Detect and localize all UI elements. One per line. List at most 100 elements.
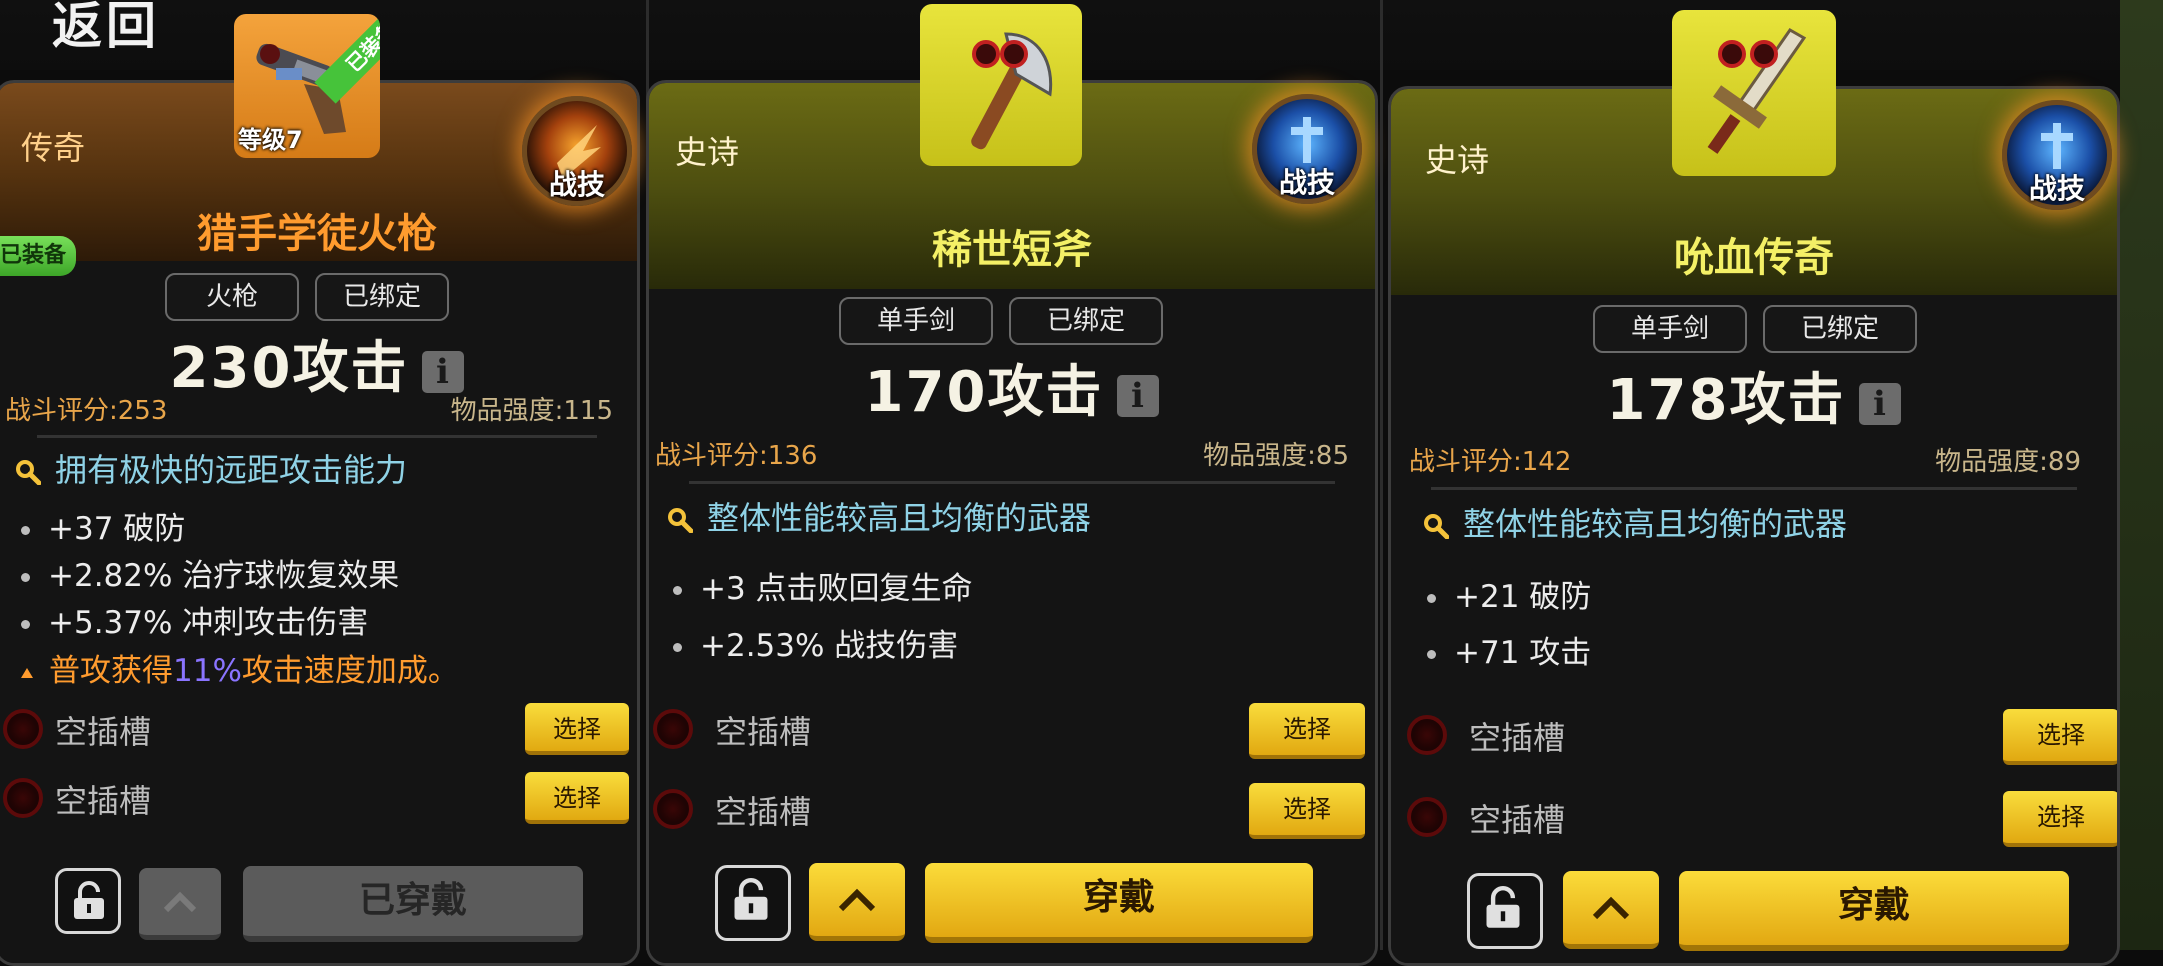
socket-label: 空插槽: [1469, 801, 1566, 839]
item-name: 稀世短斧: [932, 227, 1092, 273]
socket-label: 空插槽: [1469, 719, 1566, 757]
socket-row: 空插槽 选择: [1391, 787, 2117, 847]
upgrade-button[interactable]: [139, 868, 221, 940]
socket-row: 空插槽 选择: [0, 768, 637, 828]
bullet-icon: [1427, 650, 1436, 659]
bullet-icon: [673, 586, 682, 595]
select-button[interactable]: 选择: [2003, 709, 2117, 765]
wear-button[interactable]: 穿戴: [1679, 871, 2069, 951]
upgrade-button[interactable]: [1563, 871, 1659, 949]
socket-label: 空插槽: [715, 793, 812, 831]
divider: [689, 481, 1335, 484]
bullet-icon: [21, 573, 30, 582]
attack-value: 178攻击 i: [1391, 355, 2117, 436]
lock-button[interactable]: [715, 865, 791, 941]
item-description: 整体性能较高且均衡的武器: [667, 493, 1091, 539]
bound-tag: 已绑定: [1009, 297, 1163, 345]
stat-line: +21 破防: [1427, 571, 1591, 616]
attack-value: 170攻击 i: [649, 347, 1375, 428]
upgrade-button[interactable]: [809, 863, 905, 941]
socket-icon[interactable]: [3, 709, 43, 749]
type-tag: 单手剑: [839, 297, 993, 345]
type-tag: 火枪: [165, 273, 299, 321]
lock-button[interactable]: [55, 868, 121, 934]
bound-tag: 已绑定: [1763, 305, 1917, 353]
socket-row: 空插槽 选择: [649, 779, 1375, 839]
bullet-icon: [1427, 594, 1436, 603]
level-badge: 等级7: [238, 126, 303, 154]
item-card-3[interactable]: 史诗 吮血传奇 单手剑 已绑定 178攻击 i 战斗评分:142 物品强度:89 …: [1388, 86, 2120, 966]
item-strength: 物品强度:85: [1203, 441, 1349, 471]
stat-line: +71 攻击: [1427, 627, 1591, 672]
socket-label: 空插槽: [55, 713, 152, 751]
bullet-icon: [673, 643, 682, 652]
axe-icon[interactable]: [920, 4, 1082, 166]
item-card-1[interactable]: 传奇 猎手学徒火枪 火枪 已绑定 230攻击 i 战斗评分:253 物品强度:11…: [0, 80, 640, 966]
item-strength: 物品强度:89: [1935, 447, 2081, 477]
socket-icon[interactable]: [3, 778, 43, 818]
skill-label: 战技: [2028, 172, 2085, 205]
type-tag: 单手剑: [1593, 305, 1747, 353]
select-button[interactable]: 选择: [2003, 791, 2117, 847]
socket-icon[interactable]: [653, 709, 693, 749]
socket-icon[interactable]: [1407, 715, 1447, 755]
wear-button[interactable]: 已穿戴: [243, 866, 583, 942]
socket-label: 空插槽: [55, 782, 152, 820]
fire-skill-icon[interactable]: 战技: [522, 96, 632, 206]
item-name: 猎手学徒火枪: [197, 211, 437, 257]
chevron-up-icon: [1592, 896, 1630, 919]
attack-text: 230攻击: [169, 336, 409, 401]
item-card-2[interactable]: 史诗 稀世短斧 单手剑 已绑定 170攻击 i 战斗评分:136 物品强度:85 …: [646, 80, 1378, 966]
rarity-label: 传奇: [21, 129, 86, 167]
stat-line: +37 破防: [21, 503, 185, 548]
background-edge: [2120, 0, 2163, 950]
skill-label: 战技: [548, 168, 605, 201]
bullet-icon: [21, 526, 30, 535]
bullet-icon: [21, 620, 30, 629]
socket-row: 空插槽 选择: [649, 699, 1375, 759]
info-icon[interactable]: i: [1117, 374, 1160, 417]
attack-text: 178攻击: [1606, 368, 1846, 433]
ice-skill-icon[interactable]: 战技: [1252, 94, 1362, 204]
socket-row: 空插槽 选择: [1391, 705, 2117, 765]
unlock-icon: [1486, 886, 1520, 928]
magnifier-icon: [667, 507, 693, 533]
triangle-icon: [21, 667, 33, 678]
select-button[interactable]: 选择: [1249, 703, 1365, 759]
special-effect: 普攻获得11%攻击速度加成。: [21, 645, 459, 690]
info-icon[interactable]: i: [422, 350, 465, 393]
combat-score: 战斗评分:253: [5, 396, 168, 426]
attack-text: 170攻击: [864, 360, 1104, 425]
select-button[interactable]: 选择: [525, 703, 629, 755]
item-name: 吮血传奇: [1674, 235, 1834, 281]
select-button[interactable]: 选择: [525, 772, 629, 824]
stat-line: +5.37% 冲刺攻击伤害: [21, 597, 368, 642]
select-button[interactable]: 选择: [1249, 783, 1365, 839]
combat-score: 战斗评分:142: [1409, 447, 1572, 477]
rarity-label: 史诗: [675, 133, 740, 171]
ice-skill-icon[interactable]: 战技: [2002, 100, 2112, 210]
unlock-icon: [74, 881, 104, 919]
bound-tag: 已绑定: [315, 273, 449, 321]
wear-button[interactable]: 穿戴: [925, 863, 1313, 943]
socket-label: 空插槽: [715, 713, 812, 751]
sword-icon[interactable]: [1672, 10, 1836, 176]
divider: [37, 435, 597, 438]
info-icon[interactable]: i: [1859, 382, 1902, 425]
magnifier-icon: [1423, 513, 1449, 539]
stat-line: +3 点击败回复生命: [673, 563, 973, 608]
chevron-up-icon: [163, 891, 197, 912]
unlock-icon: [734, 878, 768, 920]
socket-row: 空插槽 选择: [0, 699, 637, 759]
rarity-label: 史诗: [1425, 141, 1490, 179]
back-button[interactable]: 返回: [52, 0, 160, 58]
chevron-up-icon: [838, 888, 876, 911]
divider: [1431, 487, 2077, 490]
skill-label: 战技: [1278, 166, 1335, 199]
item-description: 整体性能较高且均衡的武器: [1423, 499, 1847, 545]
socket-icon[interactable]: [1407, 797, 1447, 837]
combat-score: 战斗评分:136: [655, 441, 818, 471]
socket-icon[interactable]: [653, 789, 693, 829]
stat-line: +2.82% 治疗球恢复效果: [21, 550, 399, 595]
lock-button[interactable]: [1467, 873, 1543, 949]
